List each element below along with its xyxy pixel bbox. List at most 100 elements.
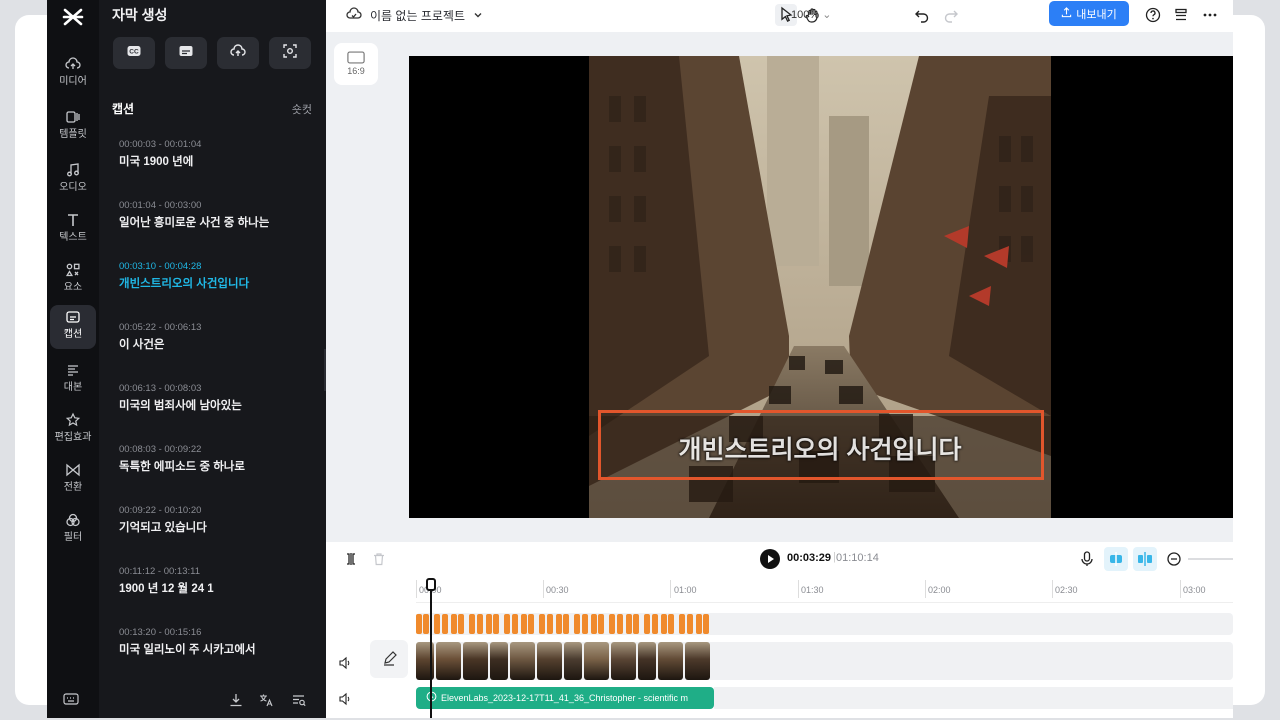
capcut-logo-icon[interactable] [59,6,87,28]
caption-clip[interactable] [661,614,667,634]
video-clip-thumbnail[interactable] [638,642,656,680]
nav-item-filter[interactable]: 필터 [50,508,96,552]
nav-item-text[interactable]: 텍스트 [50,208,96,252]
project-title-button[interactable]: 이름 없는 프로젝트 [346,6,483,25]
microphone-button[interactable] [1080,551,1094,572]
caption-item[interactable]: 00:11:12 - 00:13:11 1900 년 12 월 24 1 [119,565,319,598]
split-button[interactable] [344,552,358,571]
caption-clip[interactable] [423,614,429,634]
caption-clip[interactable] [493,614,499,634]
caption-text[interactable]: 미국의 범죄사에 남아있는 [119,397,319,415]
nav-item-captions[interactable]: 캡션 [50,305,96,349]
play-button[interactable] [760,549,780,569]
caption-clip[interactable] [609,614,615,634]
video-clip-thumbnail[interactable] [463,642,488,680]
video-clip-thumbnail[interactable] [658,642,683,680]
caption-clip[interactable] [521,614,527,634]
undo-button[interactable] [913,6,931,24]
nav-item-audio[interactable]: 오디오 [50,158,96,202]
caption-clip[interactable] [574,614,580,634]
caption-clip[interactable] [626,614,632,634]
caption-clip[interactable] [469,614,475,634]
video-clip-thumbnail[interactable] [611,642,636,680]
shortcut-button[interactable]: 숏컷 [292,101,312,117]
edit-cover-button[interactable] [370,640,408,678]
video-clip-thumbnail[interactable] [510,642,535,680]
video-clip-thumbnail[interactable] [436,642,461,680]
upload-caption-button[interactable] [217,37,259,69]
timeline-zoom-slider[interactable] [1188,558,1233,560]
caption-clip[interactable] [644,614,650,634]
caption-clip[interactable] [547,614,553,634]
caption-clip[interactable] [668,614,674,634]
zoom-out-button[interactable] [1166,551,1182,572]
playhead-handle[interactable] [426,578,436,591]
video-clip-thumbnail[interactable] [685,642,710,680]
video-preview[interactable]: 개빈스트리오의 사건입니다 [409,56,1233,518]
caption-clip[interactable] [563,614,569,634]
magnet-snap-button[interactable] [1104,547,1128,571]
caption-text[interactable]: 독특한 에피소드 중 하나로 [119,458,319,476]
caption-clip[interactable] [486,614,492,634]
caption-text[interactable]: 미국 1900 년에 [119,153,319,171]
redo-button[interactable] [942,6,960,24]
caption-clip[interactable] [687,614,693,634]
caption-text[interactable]: 미국 일리노이 주 시카고에서 [119,641,319,659]
video-track-volume[interactable] [338,656,352,670]
caption-item[interactable]: 00:01:04 - 00:03:00 일어난 흥미로운 사건 중 하나는 [119,199,319,232]
caption-text[interactable]: 이 사건은 [119,336,319,354]
time-ruler[interactable]: 00:00 00:30 01:00 01:30 02:00 02:30 03:0… [416,576,1233,603]
audio-track-empty[interactable] [714,687,1233,709]
caption-clip[interactable] [477,614,483,634]
caption-text[interactable]: 1900 년 12 월 24 1 [119,580,319,598]
caption-clip[interactable] [652,614,658,634]
linkage-button[interactable] [1133,547,1157,571]
caption-clip[interactable] [504,614,510,634]
caption-text[interactable]: 개빈스트리오의 사건입니다 [119,275,319,293]
caption-clip[interactable] [528,614,534,634]
keyboard-icon[interactable] [63,692,79,706]
nav-item-effects[interactable]: 편집효과 [50,408,96,452]
caption-clip[interactable] [679,614,685,634]
auto-caption-button[interactable]: CC [113,37,155,69]
video-clip-thumbnail[interactable] [584,642,609,680]
delete-button[interactable] [372,552,386,571]
aspect-ratio-button[interactable]: 16:9 [334,43,378,85]
caption-clip[interactable] [582,614,588,634]
caption-clip[interactable] [458,614,464,634]
caption-clip[interactable] [703,614,709,634]
video-clip-thumbnail[interactable] [537,642,562,680]
caption-item[interactable]: 00:05:22 - 00:06:13 이 사건은 [119,321,319,354]
nav-item-transition[interactable]: 전환 [50,458,96,502]
caption-clip[interactable] [598,614,604,634]
download-icon[interactable] [229,693,243,707]
caption-item-selected[interactable]: 00:03:10 - 00:04:28 개빈스트리오의 사건입니다 [119,260,319,293]
caption-clip[interactable] [512,614,518,634]
caption-item[interactable]: 00:13:20 - 00:15:16 미국 일리노이 주 시카고에서 [119,626,319,659]
video-clip-thumbnail[interactable] [564,642,582,680]
translate-icon[interactable] [259,693,273,707]
caption-clip[interactable] [539,614,545,634]
caption-clip[interactable] [416,614,422,634]
caption-text[interactable]: 일어난 흥미로운 사건 중 하나는 [119,214,319,232]
audio-track-volume[interactable] [338,692,352,706]
manual-caption-button[interactable] [165,37,207,69]
caption-clip[interactable] [451,614,457,634]
zoom-select[interactable]: 100% ⌄ [791,8,831,21]
more-menu-button[interactable] [1201,6,1219,24]
export-button[interactable]: 내보내기 [1049,1,1129,26]
audio-clip[interactable]: ElevenLabs_2023-12-17T11_41_36_Christoph… [416,687,714,709]
nav-item-template[interactable]: 템플릿 [50,105,96,149]
search-list-icon[interactable] [292,693,306,707]
caption-item[interactable]: 00:09:22 - 00:10:20 기억되고 있습니다 [119,504,319,537]
caption-clip[interactable] [617,614,623,634]
nav-item-media[interactable]: 미디어 [50,52,96,96]
caption-clip[interactable] [633,614,639,634]
help-button[interactable] [1144,6,1162,24]
caption-clip[interactable] [434,614,440,634]
video-subtitle[interactable]: 개빈스트리오의 사건입니다 [589,430,1051,466]
caption-clip[interactable] [556,614,562,634]
playhead[interactable] [430,580,432,718]
caption-item[interactable]: 00:00:03 - 00:01:04 미국 1900 년에 [119,138,319,171]
caption-item[interactable]: 00:06:13 - 00:08:03 미국의 범죄사에 남아있는 [119,382,319,415]
